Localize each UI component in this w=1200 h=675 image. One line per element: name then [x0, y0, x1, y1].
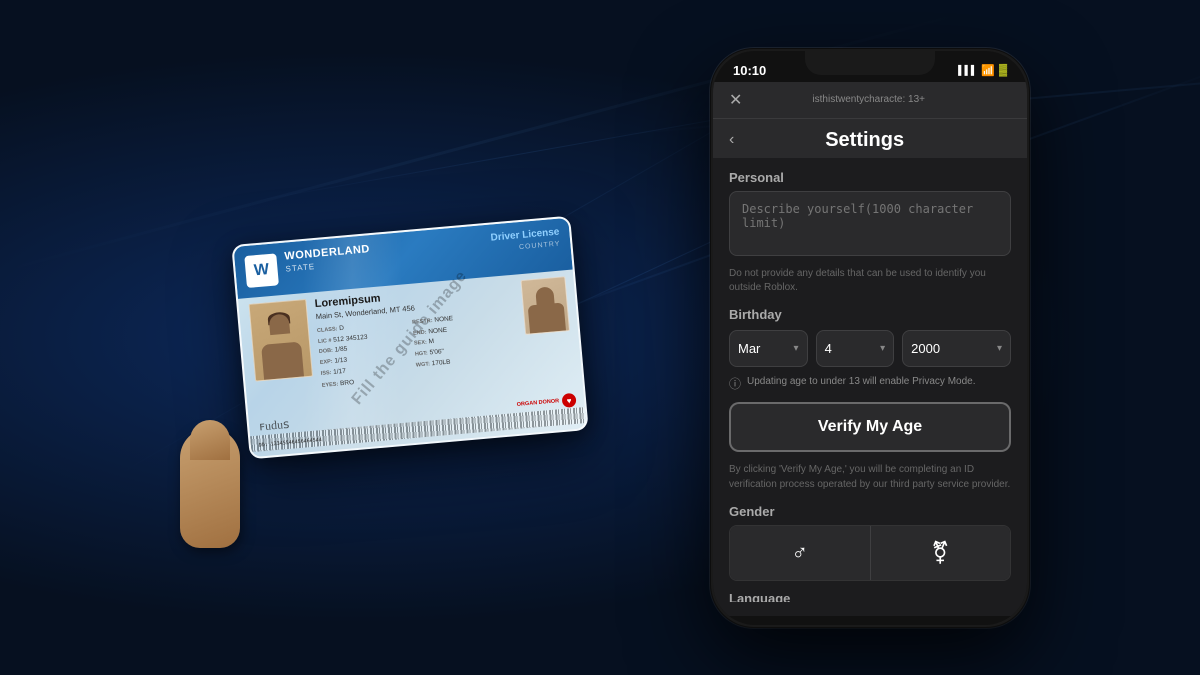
person-head-shape: [269, 314, 291, 336]
id-card-section: W WONDERLAND STATE Driver License COUNTR…: [170, 148, 650, 528]
page-title: Settings: [746, 129, 983, 152]
status-time: 10:10: [733, 63, 766, 78]
phone-device: 10:10 ▌▌▌ 📶 ▓ ✕ isthistwentycharacte: 13…: [710, 48, 1030, 628]
month-value: Mar: [738, 341, 760, 356]
gender-female-option[interactable]: ⚧: [871, 526, 1011, 580]
verify-age-button[interactable]: Verify My Age: [729, 402, 1011, 452]
gender-section-label: Gender: [729, 504, 1011, 519]
month-chevron-icon: ▾: [794, 343, 799, 354]
phone-section: 10:10 ▌▌▌ 📶 ▓ ✕ isthistwentycharacte: 13…: [710, 48, 1030, 628]
personal-section-label: Personal: [729, 158, 1011, 191]
info-icon: ⓘ: [729, 376, 741, 393]
day-chevron-icon: ▾: [880, 343, 885, 354]
screen-content: ✕ isthistwentycharacte: 13+ ‹ Settings P…: [713, 82, 1027, 616]
wifi-icon: 📶: [981, 64, 995, 77]
male-icon: ♂: [792, 540, 809, 566]
signal-icon: ▌▌▌: [958, 65, 977, 75]
main-layout: W WONDERLAND STATE Driver License COUNTR…: [0, 0, 1200, 675]
close-button[interactable]: ✕: [729, 90, 742, 110]
organ-donor-icon: ♥: [562, 393, 577, 408]
personal-helper-text: Do not provide any details that can be u…: [729, 267, 1011, 295]
app-header: ✕ isthistwentycharacte: 13+: [713, 82, 1027, 119]
verify-disclaimer: By clicking 'Verify My Age,' you will be…: [729, 462, 1011, 492]
card-photo-small: [520, 276, 570, 335]
birthday-section-label: Birthday: [729, 307, 1011, 322]
gender-row: ♂ ⚧: [729, 525, 1011, 581]
gender-male-option[interactable]: ♂: [730, 526, 871, 580]
card-logo: W: [244, 253, 279, 288]
phone-screen: 10:10 ▌▌▌ 📶 ▓ ✕ isthistwentycharacte: 13…: [713, 51, 1027, 625]
id-card: W WONDERLAND STATE Driver License COUNTR…: [231, 216, 588, 460]
day-select[interactable]: 4 ▾: [816, 330, 895, 367]
female-icon: ⚧: [931, 540, 949, 566]
birthday-row: Mar ▾ 4 ▾ 2000 ▾: [729, 330, 1011, 367]
year-chevron-icon: ▾: [997, 343, 1002, 354]
back-button[interactable]: ‹: [729, 131, 734, 149]
year-value: 2000: [911, 341, 940, 356]
day-value: 4: [825, 341, 832, 356]
language-section-label: Language: [729, 591, 1011, 601]
privacy-mode-note: ⓘ Updating age to under 13 will enable P…: [729, 375, 1011, 393]
app-name: isthistwentycharacte: 13+: [812, 94, 925, 105]
personal-description-input[interactable]: [729, 191, 1011, 256]
card-photo: [248, 299, 313, 382]
card-barcode: [250, 407, 586, 452]
settings-scroll[interactable]: Personal Do not provide any details that…: [713, 158, 1027, 602]
card-signature: ꜰuduꜱ: [259, 417, 290, 435]
status-icons: ▌▌▌ 📶 ▓: [958, 64, 1007, 77]
month-select[interactable]: Mar ▾: [729, 330, 808, 367]
card-info: Loremipsum Main St, Wonderland, MT 456 C…: [314, 282, 511, 390]
id-card-container: W WONDERLAND STATE Driver License COUNTR…: [231, 216, 588, 460]
year-select[interactable]: 2000 ▾: [902, 330, 1011, 367]
nav-bar: ‹ Settings: [713, 119, 1027, 158]
person-body-shape: [261, 342, 304, 380]
phone-notch: [805, 51, 935, 75]
battery-icon: ▓: [999, 64, 1007, 76]
